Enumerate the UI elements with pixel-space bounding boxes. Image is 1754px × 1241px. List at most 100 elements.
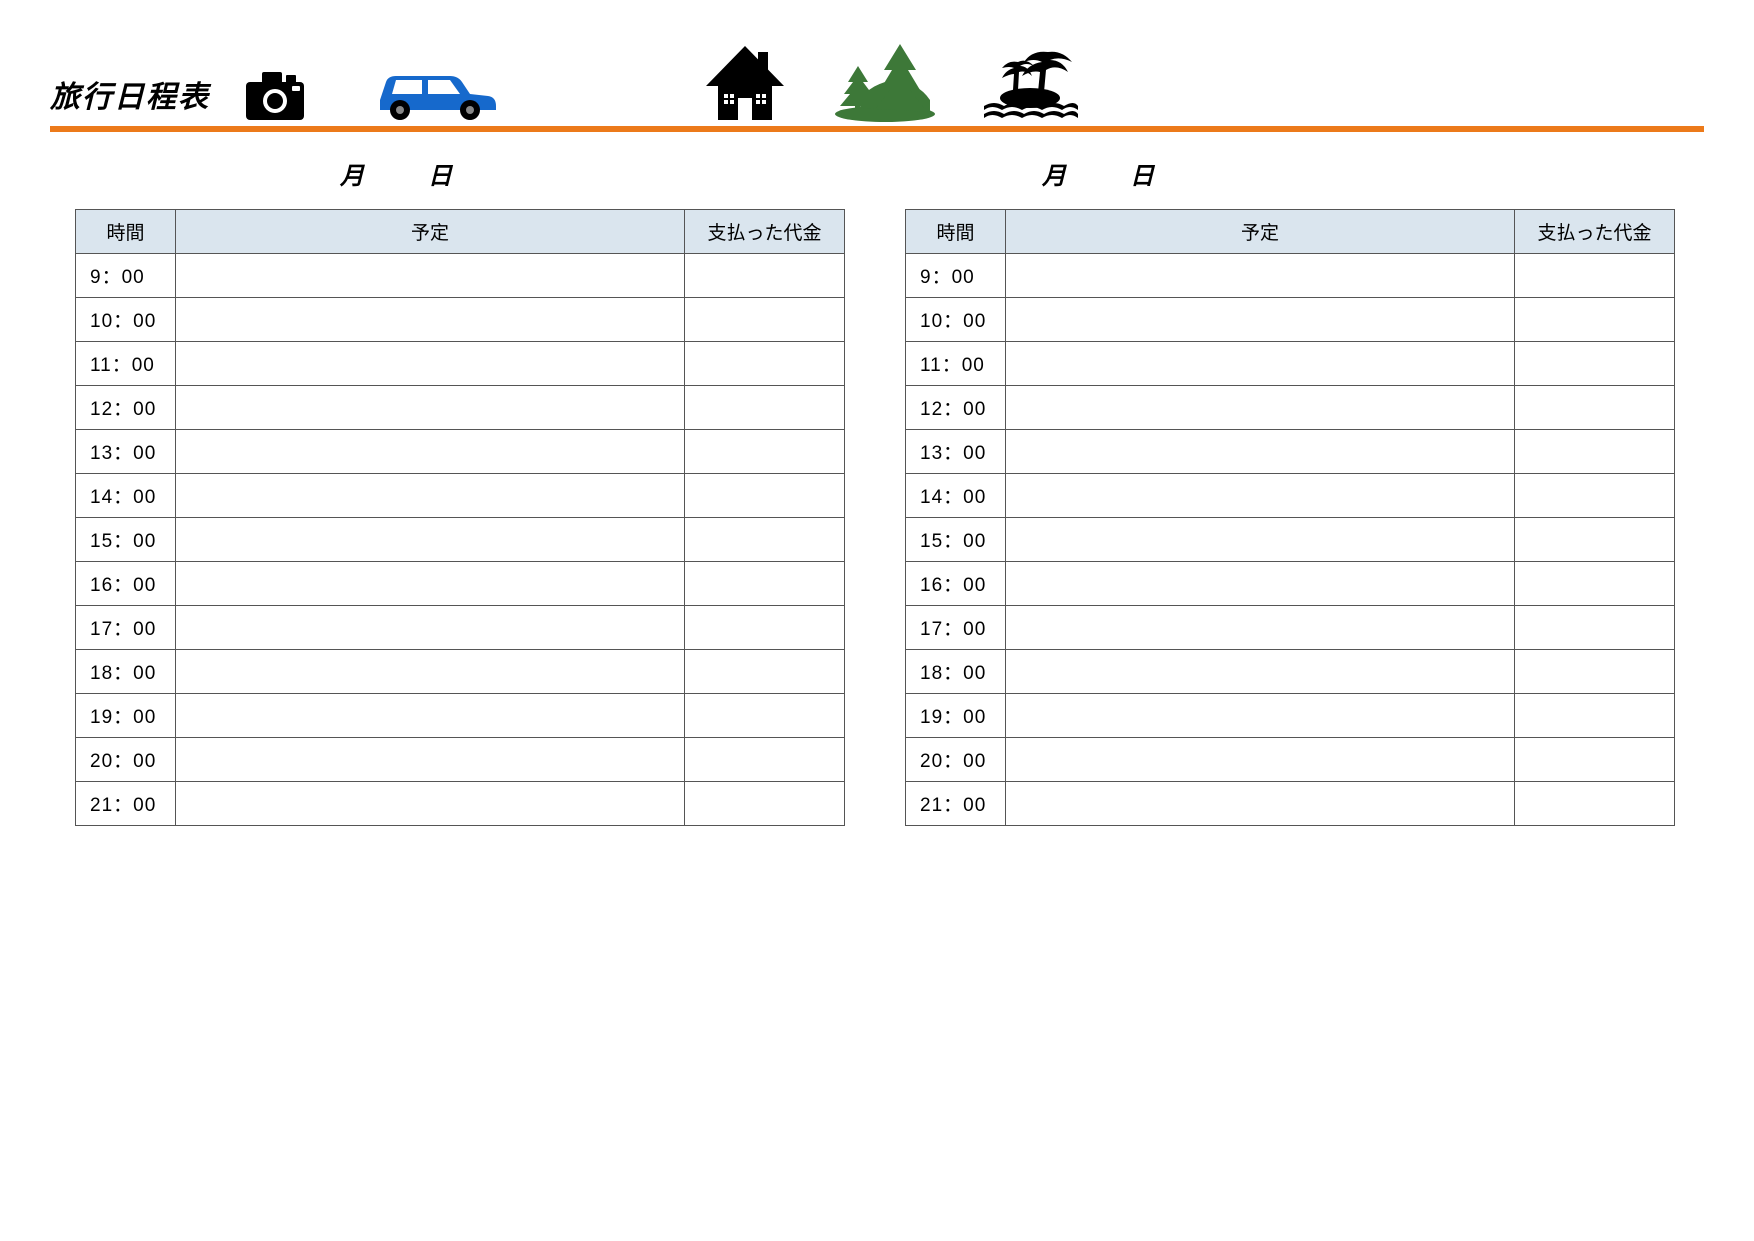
car-icon (370, 64, 500, 122)
time-cell: 14：00 (76, 474, 176, 518)
col-plan: 予定 (1006, 210, 1515, 254)
tables-container: 時間 予定 支払った代金 9：0010：0011：0012：0013：0014：… (50, 209, 1704, 826)
cost-cell (685, 782, 845, 826)
time-cell: 9：00 (906, 254, 1006, 298)
time-cell: 21：00 (76, 782, 176, 826)
cost-cell (1515, 342, 1675, 386)
table-row: 15：00 (76, 518, 845, 562)
cost-cell (685, 650, 845, 694)
table-row: 15：00 (906, 518, 1675, 562)
time-cell: 15：00 (76, 518, 176, 562)
col-time: 時間 (76, 210, 176, 254)
table-row: 13：00 (76, 430, 845, 474)
plan-cell (176, 606, 685, 650)
tbody-right: 9：0010：0011：0012：0013：0014：0015：0016：001… (906, 254, 1675, 826)
cost-cell (685, 342, 845, 386)
time-cell: 13：00 (76, 430, 176, 474)
cost-cell (1515, 694, 1675, 738)
schedule-table-right: 時間 予定 支払った代金 9：0010：0011：0012：0013：0014：… (905, 209, 1675, 826)
plan-cell (176, 342, 685, 386)
cost-cell (685, 606, 845, 650)
cost-cell (1515, 386, 1675, 430)
icon-group-right (700, 40, 1080, 122)
cost-cell (1515, 650, 1675, 694)
plan-cell (176, 254, 685, 298)
table-row: 10：00 (76, 298, 845, 342)
time-cell: 16：00 (76, 562, 176, 606)
table-row: 11：00 (76, 342, 845, 386)
camera-icon (240, 70, 310, 122)
cost-cell (1515, 430, 1675, 474)
time-cell: 19：00 (76, 694, 176, 738)
table-row: 18：00 (76, 650, 845, 694)
header: 旅行日程表 (50, 60, 1704, 130)
cost-cell (1515, 738, 1675, 782)
time-cell: 11：00 (906, 342, 1006, 386)
cost-cell (685, 474, 845, 518)
plan-cell (176, 298, 685, 342)
cost-cell (685, 694, 845, 738)
table-row: 16：00 (76, 562, 845, 606)
plan-cell (1006, 650, 1515, 694)
time-cell: 10：00 (906, 298, 1006, 342)
table-row: 21：00 (76, 782, 845, 826)
table-row: 10：00 (906, 298, 1675, 342)
col-cost: 支払った代金 (1515, 210, 1675, 254)
plan-cell (176, 694, 685, 738)
time-cell: 10：00 (76, 298, 176, 342)
cost-cell (1515, 298, 1675, 342)
cost-cell (685, 562, 845, 606)
date-label-left: 月 日 (340, 156, 472, 191)
plan-cell (176, 518, 685, 562)
plan-cell (176, 474, 685, 518)
table-row: 20：00 (76, 738, 845, 782)
time-cell: 17：00 (906, 606, 1006, 650)
time-cell: 17：00 (76, 606, 176, 650)
table-row: 13：00 (906, 430, 1675, 474)
plan-cell (1006, 298, 1515, 342)
tbody-left: 9：0010：0011：0012：0013：0014：0015：0016：001… (76, 254, 845, 826)
cost-cell (1515, 606, 1675, 650)
cost-cell (685, 298, 845, 342)
time-cell: 11：00 (76, 342, 176, 386)
table-row: 19：00 (76, 694, 845, 738)
time-cell: 18：00 (76, 650, 176, 694)
cost-cell (1515, 254, 1675, 298)
cost-cell (685, 738, 845, 782)
time-cell: 12：00 (906, 386, 1006, 430)
time-cell: 14：00 (906, 474, 1006, 518)
plan-cell (1006, 518, 1515, 562)
table-row: 9：00 (76, 254, 845, 298)
table-row: 14：00 (906, 474, 1675, 518)
table-row: 9：00 (906, 254, 1675, 298)
island-icon (980, 44, 1080, 122)
plan-cell (176, 782, 685, 826)
plan-cell (1006, 562, 1515, 606)
time-cell: 9：00 (76, 254, 176, 298)
time-cell: 18：00 (906, 650, 1006, 694)
schedule-table-left: 時間 予定 支払った代金 9：0010：0011：0012：0013：0014：… (75, 209, 845, 826)
plan-cell (176, 562, 685, 606)
date-row: 月 日 月 日 (50, 156, 1704, 191)
plan-cell (176, 430, 685, 474)
plan-cell (1006, 738, 1515, 782)
time-cell: 13：00 (906, 430, 1006, 474)
page-title: 旅行日程表 (50, 72, 210, 122)
plan-cell (1006, 474, 1515, 518)
cost-cell (1515, 782, 1675, 826)
icons-row (240, 40, 1704, 122)
col-plan: 予定 (176, 210, 685, 254)
plan-cell (176, 386, 685, 430)
table-row: 17：00 (76, 606, 845, 650)
cost-cell (1515, 562, 1675, 606)
cost-cell (685, 386, 845, 430)
cost-cell (685, 430, 845, 474)
time-cell: 15：00 (906, 518, 1006, 562)
table-row: 11：00 (906, 342, 1675, 386)
house-icon (700, 44, 790, 122)
time-cell: 20：00 (906, 738, 1006, 782)
table-row: 19：00 (906, 694, 1675, 738)
trees-icon (830, 40, 940, 122)
col-cost: 支払った代金 (685, 210, 845, 254)
table-row: 14：00 (76, 474, 845, 518)
